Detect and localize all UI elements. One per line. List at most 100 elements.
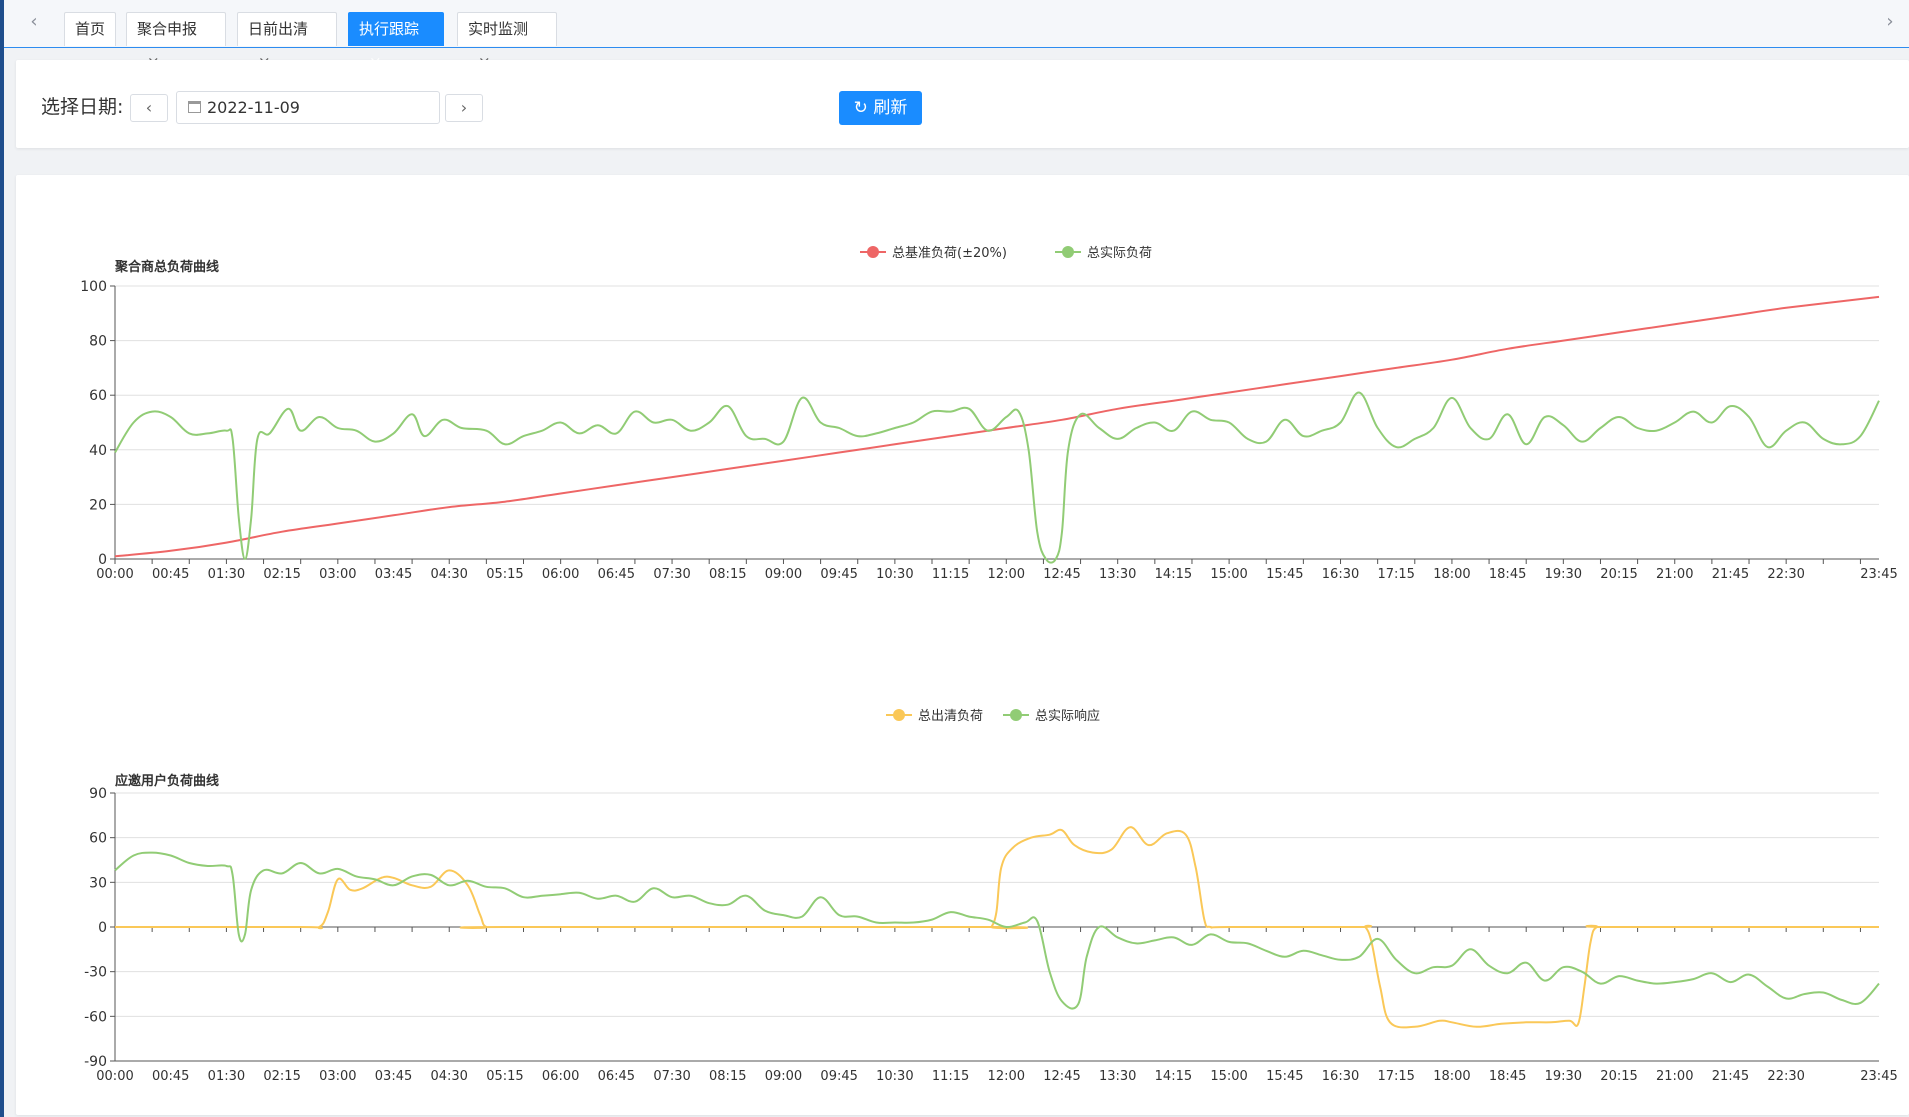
legend-marker: [1010, 709, 1022, 721]
tab-label: 聚合申报: [137, 20, 198, 38]
x-tick-label: 10:30: [876, 1069, 913, 1084]
x-tick-label: 00:00: [96, 1069, 133, 1084]
x-tick-label: 07:30: [653, 1069, 690, 1084]
legend-label: 总实际负荷: [1087, 246, 1152, 261]
x-tick-label: 10:30: [876, 567, 913, 582]
x-tick-label: 21:45: [1712, 567, 1749, 582]
x-tick-label: 21:45: [1712, 1069, 1749, 1084]
tab-4[interactable]: 实时监测×: [457, 12, 557, 71]
y-tick-label: -30: [84, 965, 107, 981]
refresh-button[interactable]: ↻ 刷新: [839, 91, 922, 125]
prev-date-button[interactable]: ‹: [130, 94, 168, 122]
series-line: [114, 391, 1880, 564]
x-tick-label: 14:15: [1155, 567, 1192, 582]
tab-0[interactable]: 首页: [64, 12, 116, 46]
x-tick-label: 12:45: [1043, 1069, 1080, 1084]
tab-3[interactable]: 执行跟踪×: [348, 12, 444, 71]
x-tick-label: 09:00: [765, 567, 802, 582]
x-tick-label: 09:00: [765, 1069, 802, 1084]
tab-scroll-left-icon[interactable]: ‹: [24, 12, 44, 32]
y-tick-label: 80: [89, 334, 107, 350]
y-tick-label: 90: [89, 786, 107, 802]
x-tick-label: 21:00: [1656, 1069, 1693, 1084]
x-tick-label: 09:45: [820, 567, 857, 582]
y-tick-label: -60: [84, 1009, 107, 1025]
x-tick-label: 16:30: [1322, 567, 1359, 582]
x-tick-label: 00:45: [152, 567, 189, 582]
x-tick-label: 02:15: [263, 1069, 300, 1084]
y-tick-label: 30: [89, 875, 107, 891]
x-tick-label: 17:15: [1377, 567, 1414, 582]
refresh-icon: ↻: [853, 98, 868, 118]
y-tick-label: 60: [89, 388, 107, 404]
x-tick-label: 05:15: [486, 1069, 523, 1084]
x-tick-label: 03:45: [375, 567, 412, 582]
date-label: 选择日期:: [41, 96, 124, 118]
x-tick-label: 22:30: [1767, 567, 1804, 582]
tab-label: 执行跟踪: [359, 20, 420, 38]
user-load-chart: 总出清负荷 总实际响应应邀用户负荷曲线 -90 -60 -30 0 30 60 90 00:00 0…: [84, 708, 1898, 1084]
x-tick-label: 20:15: [1600, 1069, 1637, 1084]
x-tick-label: 11:15: [932, 1069, 969, 1084]
x-tick-label: 08:15: [709, 567, 746, 582]
tab-label: 实时监测: [468, 20, 529, 38]
legend-marker: [867, 246, 879, 258]
legend-marker: [1062, 246, 1074, 258]
date-picker-input[interactable]: 2022-11-09: [176, 91, 440, 124]
tab-bar: ‹ 首页 聚合申报×日前出清×执行跟踪×实时监测× ›: [4, 0, 1909, 71]
chart-panel: 总基准负荷(±20%) 总实际负荷聚合商总负荷曲线 0 20 40 60 80 100 00:0…: [16, 175, 1909, 1115]
x-tick-label: 06:45: [598, 567, 635, 582]
legend-item: 总实际响应: [1003, 708, 1100, 724]
x-tick-label: 19:30: [1545, 567, 1582, 582]
y-tick-label: 100: [80, 279, 107, 295]
x-tick-label: 05:15: [486, 567, 523, 582]
x-tick-label: 18:00: [1433, 567, 1470, 582]
x-tick-label: 21:00: [1656, 567, 1693, 582]
x-tick-label: 04:30: [430, 1069, 467, 1084]
x-tick-label: 13:30: [1099, 567, 1136, 582]
x-tick-label: 00:00: [96, 567, 133, 582]
x-tick-label: 20:15: [1600, 567, 1637, 582]
x-tick-label: 06:45: [598, 1069, 635, 1084]
legend-label: 总实际响应: [1035, 708, 1100, 724]
calendar-icon: [188, 101, 201, 113]
x-tick-label: 01:30: [208, 567, 245, 582]
y-tick-label: 20: [89, 497, 107, 513]
x-tick-label: 19:30: [1545, 1069, 1582, 1084]
x-tick-label: 14:15: [1155, 1069, 1192, 1084]
x-tick-label: 12:00: [988, 1069, 1025, 1084]
tab-2[interactable]: 日前出清×: [237, 12, 337, 71]
x-tick-label: 23:45: [1860, 567, 1897, 582]
x-tick-label: 23:45: [1860, 1069, 1897, 1084]
x-tick-label: 01:30: [208, 1069, 245, 1084]
legend-label: 总出清负荷: [918, 709, 983, 724]
legend-marker: [893, 709, 905, 721]
y-tick-label: 60: [89, 831, 107, 847]
tab-1[interactable]: 聚合申报×: [126, 12, 226, 71]
x-tick-label: 13:30: [1099, 1069, 1136, 1084]
x-tick-label: 06:00: [542, 567, 579, 582]
y-tick-label: 40: [89, 443, 107, 459]
next-date-button[interactable]: ›: [445, 94, 483, 122]
chevron-right-icon: ›: [460, 98, 468, 117]
date-toolbar: 选择日期: ‹ 2022-11-09 › ↻ 刷新: [16, 60, 1909, 148]
legend-label: 总基准负荷(±20%): [892, 246, 1007, 261]
x-tick-label: 22:30: [1767, 1069, 1804, 1084]
x-tick-label: 16:30: [1322, 1069, 1359, 1084]
x-tick-label: 00:45: [152, 1069, 189, 1084]
legend-item: 总实际负荷: [1055, 246, 1152, 261]
x-tick-label: 18:45: [1489, 1069, 1526, 1084]
tab-scroll-right-icon[interactable]: ›: [1880, 12, 1900, 32]
x-tick-label: 06:00: [542, 1069, 579, 1084]
aggregator-load-chart: 总基准负荷(±20%) 总实际负荷聚合商总负荷曲线 0 20 40 60 80 100 00:0…: [80, 246, 1898, 582]
date-value: 2022-11-09: [207, 98, 300, 117]
chart-title: 聚合商总负荷曲线: [114, 259, 219, 275]
series-line: [114, 851, 1880, 1010]
y-tick-label: 0: [98, 920, 107, 936]
x-tick-label: 03:00: [319, 567, 356, 582]
x-tick-label: 12:45: [1043, 567, 1080, 582]
refresh-label: 刷新: [873, 98, 908, 118]
x-tick-label: 09:45: [820, 1069, 857, 1084]
x-tick-label: 03:00: [319, 1069, 356, 1084]
x-tick-label: 12:00: [988, 567, 1025, 582]
